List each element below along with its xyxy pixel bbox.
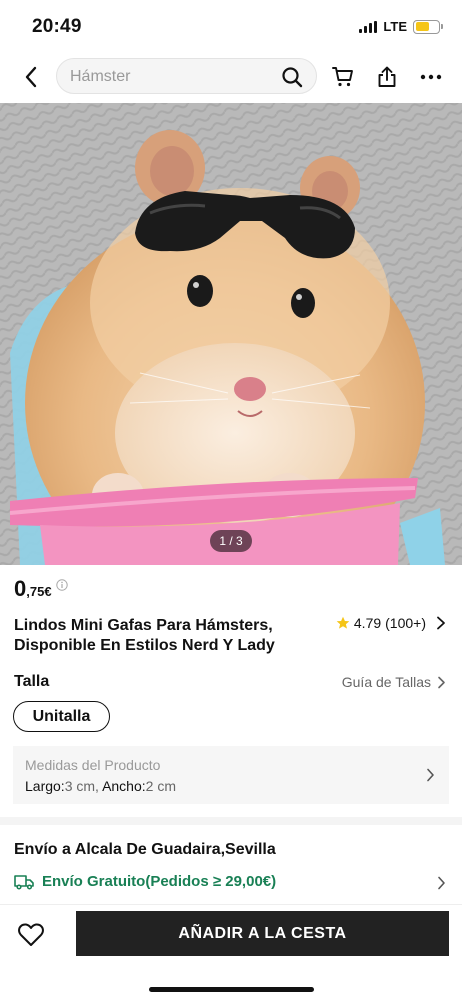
product-image[interactable] (0, 103, 462, 565)
chevron-right-icon[interactable] (437, 876, 446, 890)
product-measures[interactable]: Medidas del Producto Largo:3 cm, Ancho:2… (13, 746, 449, 804)
status-indicators: LTE (359, 19, 443, 34)
bottom-action-bar: AÑADIR A LA CESTA (0, 904, 462, 1000)
section-divider (0, 817, 462, 825)
length-value: 3 cm, (64, 778, 99, 794)
rating-count: (100+) (385, 615, 426, 631)
battery-icon (413, 19, 443, 34)
size-option-unitalla[interactable]: Unitalla (13, 701, 110, 732)
size-guide-link[interactable]: Guía de Tallas (342, 674, 446, 690)
rating-summary[interactable]: 4.79 (100+) (336, 615, 446, 631)
price: 0 ,75€ (14, 576, 68, 602)
truck-icon (14, 874, 34, 890)
more-button[interactable] (418, 64, 444, 90)
size-label: Talla (14, 673, 50, 690)
star-icon (336, 616, 350, 629)
home-indicator (149, 987, 314, 992)
length-label: Largo: (25, 778, 65, 794)
measures-values: Largo:3 cm, Ancho:2 cm (25, 778, 176, 794)
cart-button[interactable] (330, 64, 356, 90)
cart-icon (332, 67, 353, 87)
size-guide-label: Guía de Tallas (341, 674, 431, 690)
chevron-left-icon (25, 66, 37, 88)
signal-icon (359, 20, 378, 33)
hamster-photo (0, 103, 462, 565)
status-time: 20:49 (32, 16, 82, 37)
price-decimal: ,75€ (26, 584, 52, 599)
measures-title: Medidas del Producto (25, 757, 161, 773)
network-type: LTE (383, 19, 407, 34)
info-icon[interactable] (55, 579, 68, 591)
free-shipping-label: Envío Gratuito(Pedidos ≥ 29,00€) (42, 873, 277, 890)
search-icon[interactable] (281, 66, 303, 88)
heart-icon[interactable] (17, 921, 45, 949)
search-input[interactable]: Hámster (56, 58, 317, 94)
rating-value: 4.79 (353, 615, 382, 631)
shipping-destination: Envío a Alcala De Guadaira,Sevilla (14, 841, 276, 858)
add-to-cart-button[interactable]: AÑADIR A LA CESTA (76, 911, 449, 956)
free-shipping-info[interactable]: Envío Gratuito(Pedidos ≥ 29,00€) (14, 873, 276, 890)
more-icon (420, 74, 442, 80)
chevron-right-icon (438, 676, 445, 688)
image-page-indicator: 1 / 3 (210, 530, 252, 552)
share-button[interactable] (374, 64, 400, 90)
share-icon (378, 66, 396, 87)
back-button[interactable] (18, 64, 44, 90)
width-value: 2 cm (145, 778, 176, 794)
product-title: Lindos Mini Gafas Para Hámsters, Disponi… (14, 617, 275, 654)
chevron-right-icon (427, 768, 434, 782)
top-nav-bar: Hámster (0, 54, 462, 100)
price-integer: 0 (14, 576, 27, 601)
status-bar: 20:49 LTE (0, 0, 462, 54)
chevron-right-icon (437, 616, 445, 630)
width-label: Ancho: (102, 778, 146, 794)
search-placeholder: Hámster (70, 68, 131, 85)
